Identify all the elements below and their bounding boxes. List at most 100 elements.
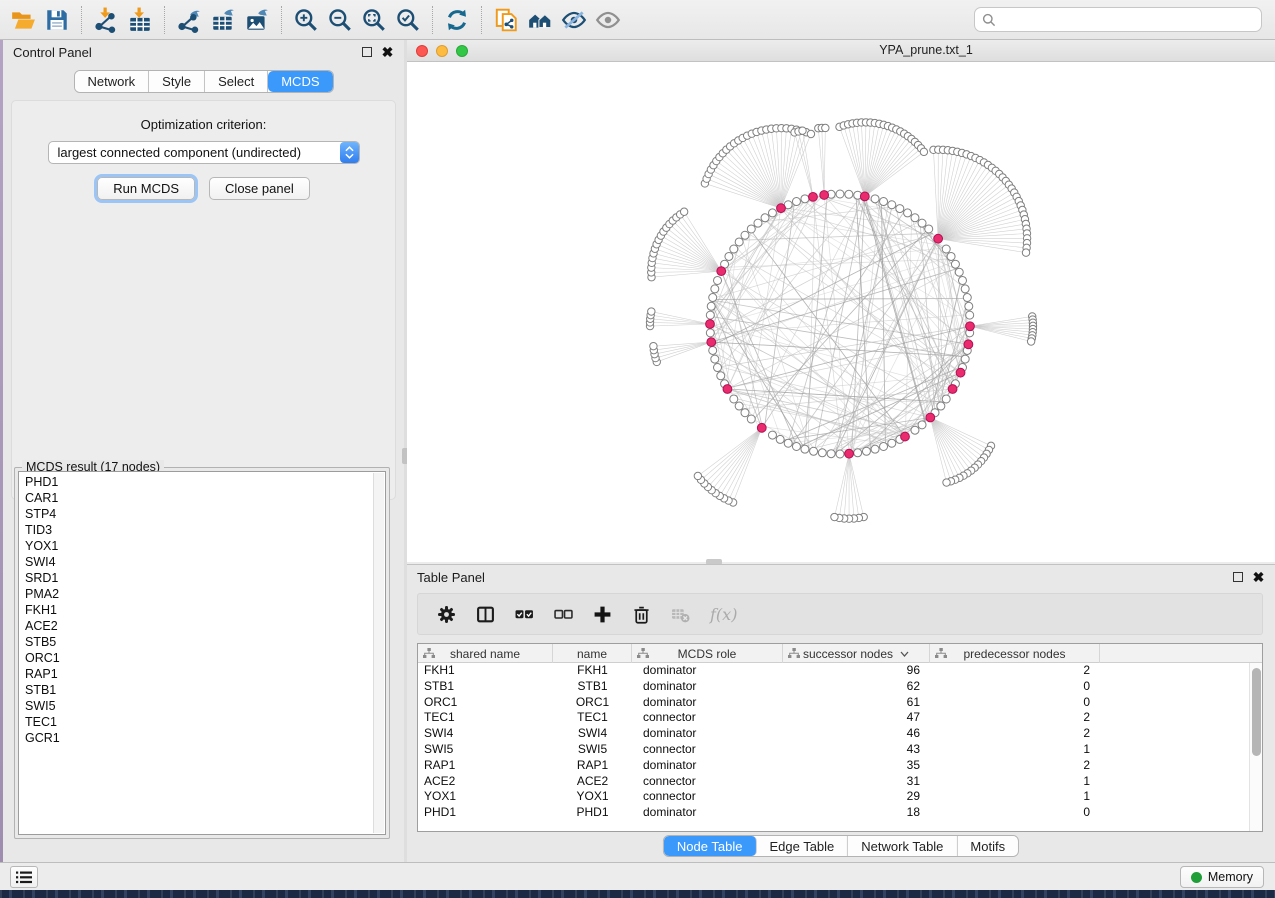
zoom-fit-button[interactable] xyxy=(357,4,391,36)
add-row-button[interactable] xyxy=(593,605,612,624)
mcds-list-scrollbar[interactable] xyxy=(373,473,384,833)
cell-shared-name[interactable]: STB1 xyxy=(418,679,553,695)
cell-predecessor-nodes[interactable]: 2 xyxy=(930,758,1100,774)
cell-name[interactable]: RAP1 xyxy=(553,758,632,774)
mcds-result-item[interactable]: PMA2 xyxy=(19,586,385,602)
export-image-button[interactable] xyxy=(240,4,274,36)
cell-name[interactable]: PHD1 xyxy=(553,805,632,821)
table-row[interactable]: SWI5SWI5connector431 xyxy=(418,742,1262,758)
table-row[interactable]: TEC1TEC1connector472 xyxy=(418,710,1262,726)
table-row[interactable]: SWI4SWI4dominator462 xyxy=(418,726,1262,742)
cell-mcds-role[interactable]: dominator xyxy=(632,663,783,679)
cell-successor-nodes[interactable]: 61 xyxy=(783,695,930,711)
cell-mcds-role[interactable]: connector xyxy=(632,742,783,758)
mcds-result-item[interactable]: FKH1 xyxy=(19,602,385,618)
table-options-button[interactable] xyxy=(437,605,456,624)
cell-mcds-role[interactable]: dominator xyxy=(632,695,783,711)
mcds-result-item[interactable]: STP4 xyxy=(19,506,385,522)
cell-successor-nodes[interactable]: 47 xyxy=(783,710,930,726)
cell-successor-nodes[interactable]: 96 xyxy=(783,663,930,679)
cell-predecessor-nodes[interactable]: 1 xyxy=(930,742,1100,758)
cell-shared-name[interactable]: FKH1 xyxy=(418,663,553,679)
cell-name[interactable]: TEC1 xyxy=(553,710,632,726)
column-header-predecessor-nodes[interactable]: predecessor nodes xyxy=(930,644,1100,663)
table-row[interactable]: STB1STB1dominator620 xyxy=(418,679,1262,695)
cell-shared-name[interactable]: SWI4 xyxy=(418,726,553,742)
mcds-result-item[interactable]: STB5 xyxy=(19,634,385,650)
zoom-in-button[interactable] xyxy=(289,4,323,36)
cell-successor-nodes[interactable]: 35 xyxy=(783,758,930,774)
task-history-button[interactable] xyxy=(10,866,38,888)
tab-node-table[interactable]: Node Table xyxy=(664,836,757,856)
search-input[interactable] xyxy=(1001,10,1261,30)
import-network-button[interactable] xyxy=(89,4,123,36)
cell-predecessor-nodes[interactable]: 1 xyxy=(930,774,1100,790)
cell-mcds-role[interactable]: connector xyxy=(632,789,783,805)
mcds-result-item[interactable]: CAR1 xyxy=(19,490,385,506)
select-all-rows-button[interactable] xyxy=(515,605,534,624)
mcds-result-item[interactable]: YOX1 xyxy=(19,538,385,554)
table-row[interactable]: FKH1FKH1dominator962 xyxy=(418,663,1262,679)
table-row[interactable]: PHD1PHD1dominator180 xyxy=(418,805,1262,821)
zoom-out-button[interactable] xyxy=(323,4,357,36)
open-session-button[interactable] xyxy=(6,4,40,36)
close-panel-button[interactable]: Close panel xyxy=(209,177,310,200)
column-header-name[interactable]: name xyxy=(553,644,632,663)
table-row[interactable]: ACE2ACE2connector311 xyxy=(418,774,1262,790)
cell-name[interactable]: ACE2 xyxy=(553,774,632,790)
cell-mcds-role[interactable]: dominator xyxy=(632,679,783,695)
cell-successor-nodes[interactable]: 18 xyxy=(783,805,930,821)
cell-mcds-role[interactable]: dominator xyxy=(632,726,783,742)
cell-predecessor-nodes[interactable]: 2 xyxy=(930,710,1100,726)
mcds-result-item[interactable]: SRD1 xyxy=(19,570,385,586)
tab-edge-table[interactable]: Edge Table xyxy=(756,836,848,856)
cell-predecessor-nodes[interactable]: 0 xyxy=(930,679,1100,695)
save-session-button[interactable] xyxy=(40,4,74,36)
close-panel-icon[interactable]: ✖ xyxy=(381,46,394,59)
mcds-result-item[interactable]: SWI4 xyxy=(19,554,385,570)
table-row[interactable]: YOX1YOX1connector291 xyxy=(418,789,1262,805)
table-scrollbar-thumb[interactable] xyxy=(1252,668,1261,756)
cell-successor-nodes[interactable]: 29 xyxy=(783,789,930,805)
cell-mcds-role[interactable]: connector xyxy=(632,774,783,790)
first-neighbors-button[interactable] xyxy=(523,4,557,36)
table-scrollbar[interactable] xyxy=(1249,663,1262,831)
zoom-selected-button[interactable] xyxy=(391,4,425,36)
show-columns-button[interactable] xyxy=(476,605,495,624)
export-network-button[interactable] xyxy=(172,4,206,36)
search-field[interactable] xyxy=(974,7,1262,32)
cell-shared-name[interactable]: ORC1 xyxy=(418,695,553,711)
table-row[interactable]: ORC1ORC1dominator610 xyxy=(418,695,1262,711)
tab-mcds[interactable]: MCDS xyxy=(268,71,332,92)
cell-shared-name[interactable]: PHD1 xyxy=(418,805,553,821)
delete-rows-button[interactable] xyxy=(632,605,651,624)
mcds-result-item[interactable]: SWI5 xyxy=(19,698,385,714)
cell-successor-nodes[interactable]: 62 xyxy=(783,679,930,695)
mcds-result-item[interactable]: TID3 xyxy=(19,522,385,538)
cell-shared-name[interactable]: ACE2 xyxy=(418,774,553,790)
cell-predecessor-nodes[interactable]: 1 xyxy=(930,789,1100,805)
table-row[interactable]: RAP1RAP1dominator352 xyxy=(418,758,1262,774)
cell-name[interactable]: ORC1 xyxy=(553,695,632,711)
run-mcds-button[interactable]: Run MCDS xyxy=(97,177,195,200)
tab-select[interactable]: Select xyxy=(205,71,268,92)
cell-successor-nodes[interactable]: 43 xyxy=(783,742,930,758)
cell-successor-nodes[interactable]: 46 xyxy=(783,726,930,742)
cell-name[interactable]: YOX1 xyxy=(553,789,632,805)
cell-name[interactable]: SWI4 xyxy=(553,726,632,742)
cell-predecessor-nodes[interactable]: 0 xyxy=(930,805,1100,821)
cell-successor-nodes[interactable]: 31 xyxy=(783,774,930,790)
float-panel-icon[interactable] xyxy=(1233,572,1243,582)
mcds-result-item[interactable]: STB1 xyxy=(19,682,385,698)
cell-name[interactable]: FKH1 xyxy=(553,663,632,679)
close-panel-icon[interactable]: ✖ xyxy=(1252,571,1265,584)
cell-shared-name[interactable]: YOX1 xyxy=(418,789,553,805)
clone-network-button[interactable] xyxy=(489,4,523,36)
mcds-result-item[interactable]: TEC1 xyxy=(19,714,385,730)
cell-shared-name[interactable]: RAP1 xyxy=(418,758,553,774)
tab-network-table[interactable]: Network Table xyxy=(848,836,957,856)
show-all-button[interactable] xyxy=(591,4,625,36)
cell-predecessor-nodes[interactable]: 2 xyxy=(930,726,1100,742)
cell-mcds-role[interactable]: dominator xyxy=(632,805,783,821)
export-table-button[interactable] xyxy=(206,4,240,36)
